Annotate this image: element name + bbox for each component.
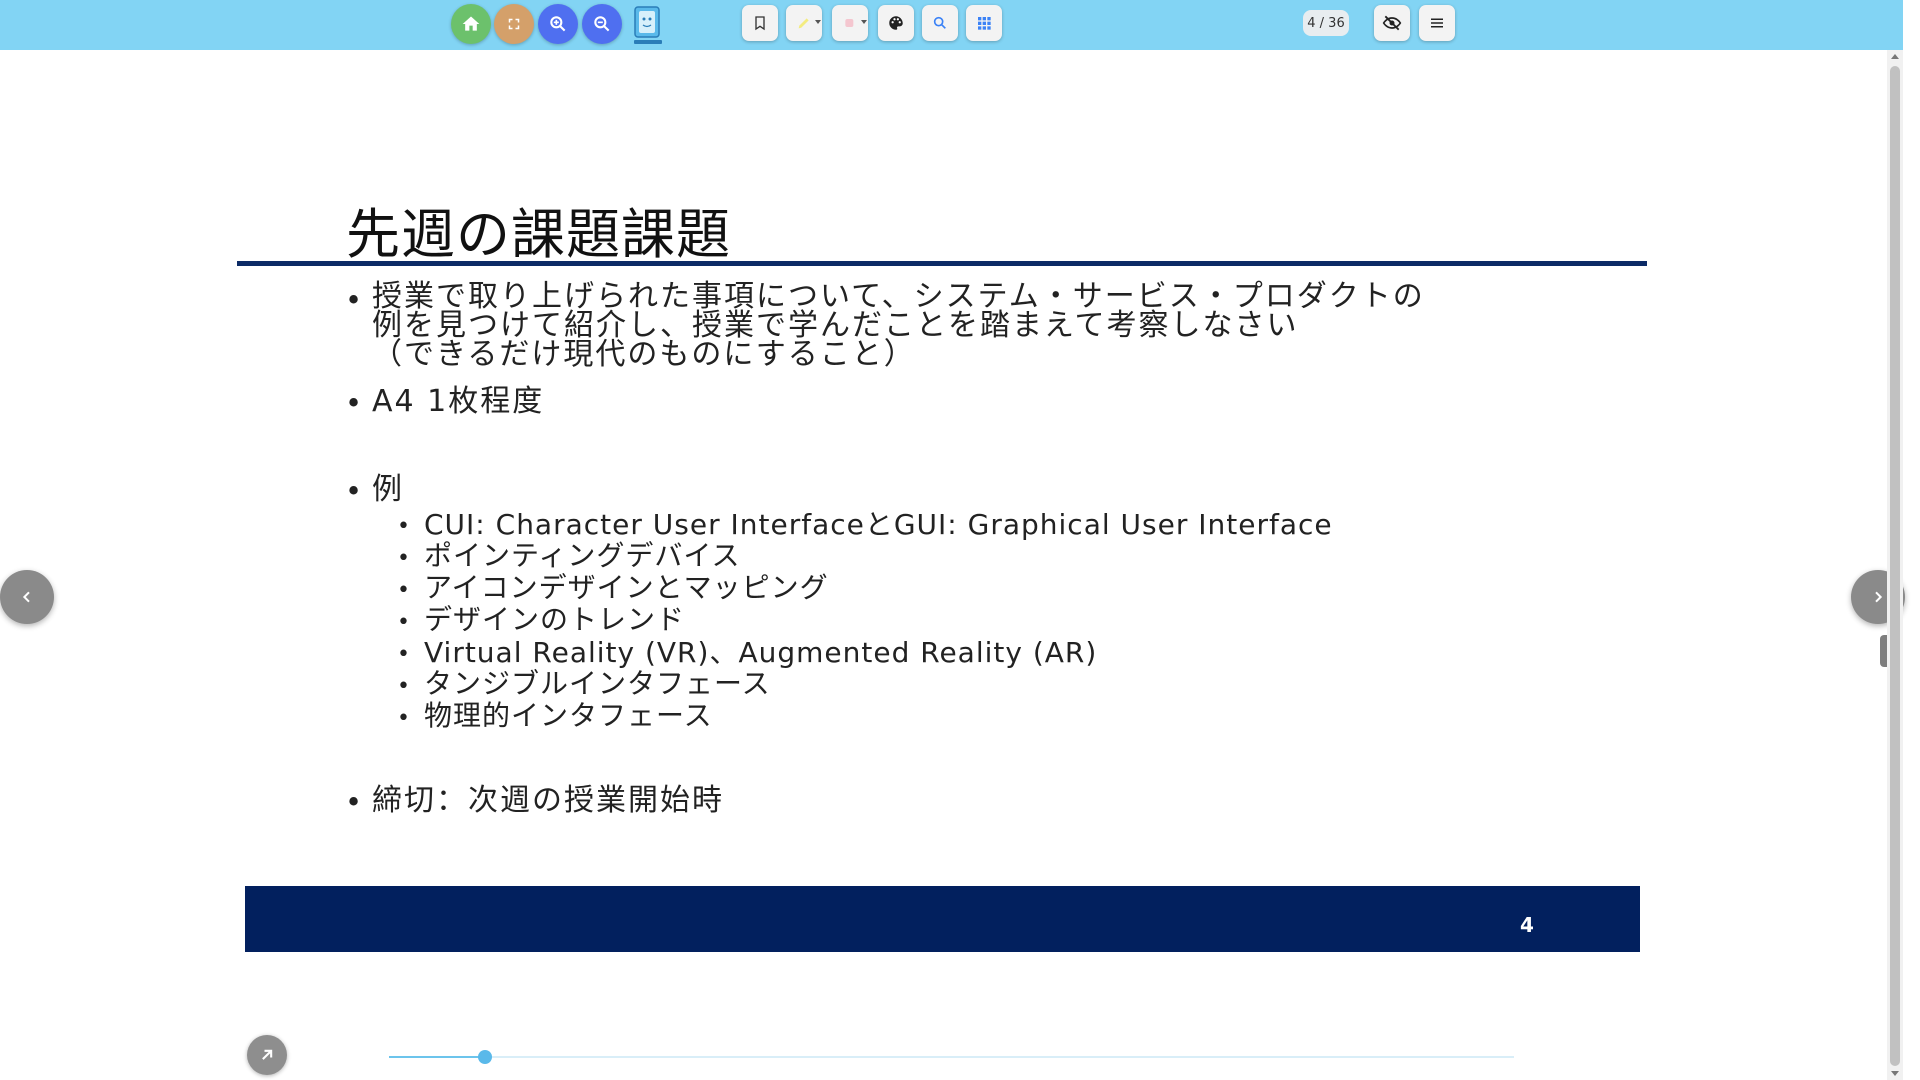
bullet-marker: • [345, 785, 363, 819]
example-item: アイコンデザインとマッピング [424, 571, 829, 604]
bullet-marker: • [345, 474, 363, 508]
highlighter-icon [798, 18, 809, 29]
page-slider-thumb[interactable] [478, 1050, 493, 1064]
sub-bullet-marker: • [397, 706, 410, 731]
bullet-marker: • [345, 386, 363, 420]
slide-footer-band [245, 886, 1640, 952]
bullet-marker: • [345, 283, 363, 317]
home-button[interactable] [451, 4, 491, 44]
fullscreen-icon [508, 18, 520, 30]
bullet-assignment-line-3: （できるだけ現代のものにすること） [372, 337, 916, 372]
previous-page-button[interactable] [0, 570, 54, 624]
sub-bullet-marker: • [397, 674, 410, 699]
eraser-icon [845, 19, 854, 27]
arrow-up-right-icon [262, 1049, 273, 1060]
book-icon [634, 6, 662, 44]
sub-bullet-marker: • [397, 546, 410, 571]
zoom-in-button[interactable] [538, 4, 578, 44]
zoom-out-button[interactable] [582, 4, 622, 44]
chevron-right-icon [1875, 591, 1883, 603]
example-item: タンジブルインタフェース [424, 667, 771, 700]
sub-bullet-marker: • [397, 514, 410, 539]
title-divider [237, 261, 1647, 266]
slide-page-number: 4 [1520, 913, 1534, 937]
sub-bullet-marker: • [397, 578, 410, 603]
hide-button[interactable] [1374, 5, 1410, 41]
menu-button[interactable] [1419, 5, 1455, 41]
eye-off-icon [1382, 15, 1402, 31]
highlighter-button[interactable] [786, 5, 822, 41]
example-item: CUI: Character User InterfaceとGUI: Graph… [424, 508, 1333, 541]
fullscreen-button[interactable] [494, 4, 534, 44]
scrollbar-thumb[interactable] [1890, 66, 1900, 1066]
page-slider[interactable] [389, 1050, 1514, 1064]
example-item: 物理的インタフェース [424, 699, 713, 732]
scroll-up-arrow-icon[interactable] [1891, 54, 1899, 59]
bullet-examples-heading: 例 [372, 472, 404, 507]
home-icon [462, 16, 480, 31]
example-item: Virtual Reality (VR)、Augmented Reality (… [424, 636, 1098, 669]
chevron-left-icon [22, 591, 30, 603]
zoom-out-icon [594, 16, 610, 32]
bookmark-button[interactable] [742, 5, 778, 41]
search-icon [933, 16, 946, 29]
grid-icon [978, 17, 991, 30]
sub-bullet-marker: • [397, 642, 410, 667]
page-counter: 4 / 36 [1303, 10, 1349, 36]
sub-bullet-marker: • [397, 610, 410, 635]
highlighter-dropdown-caret-icon[interactable] [815, 20, 821, 24]
eraser-dropdown-caret-icon[interactable] [861, 20, 867, 24]
bookmark-icon [755, 16, 765, 31]
bullet-length: A4 1枚程度 [372, 384, 545, 419]
page-slider-fill [389, 1056, 486, 1058]
open-external-button[interactable] [247, 1035, 287, 1075]
menu-icon [1431, 18, 1443, 28]
slide-title: 先週の課題課題 [346, 203, 731, 266]
zoom-in-icon [550, 16, 566, 32]
example-item: ポインティングデバイス [424, 539, 741, 572]
vertical-scrollbar[interactable] [1887, 50, 1903, 1080]
bullet-deadline: 締切：次週の授業開始時 [372, 783, 724, 818]
scroll-down-arrow-icon[interactable] [1891, 1071, 1899, 1076]
example-item: デザインのトレンド [424, 603, 686, 636]
palette-button[interactable] [878, 5, 914, 41]
book-logo-button[interactable] [630, 3, 666, 47]
viewer-toolbar: 4 / 36 [0, 0, 1903, 50]
eraser-button[interactable] [832, 5, 868, 41]
thumbnail-grid-button[interactable] [966, 5, 1002, 41]
search-button[interactable] [922, 5, 958, 41]
palette-icon [889, 16, 903, 30]
